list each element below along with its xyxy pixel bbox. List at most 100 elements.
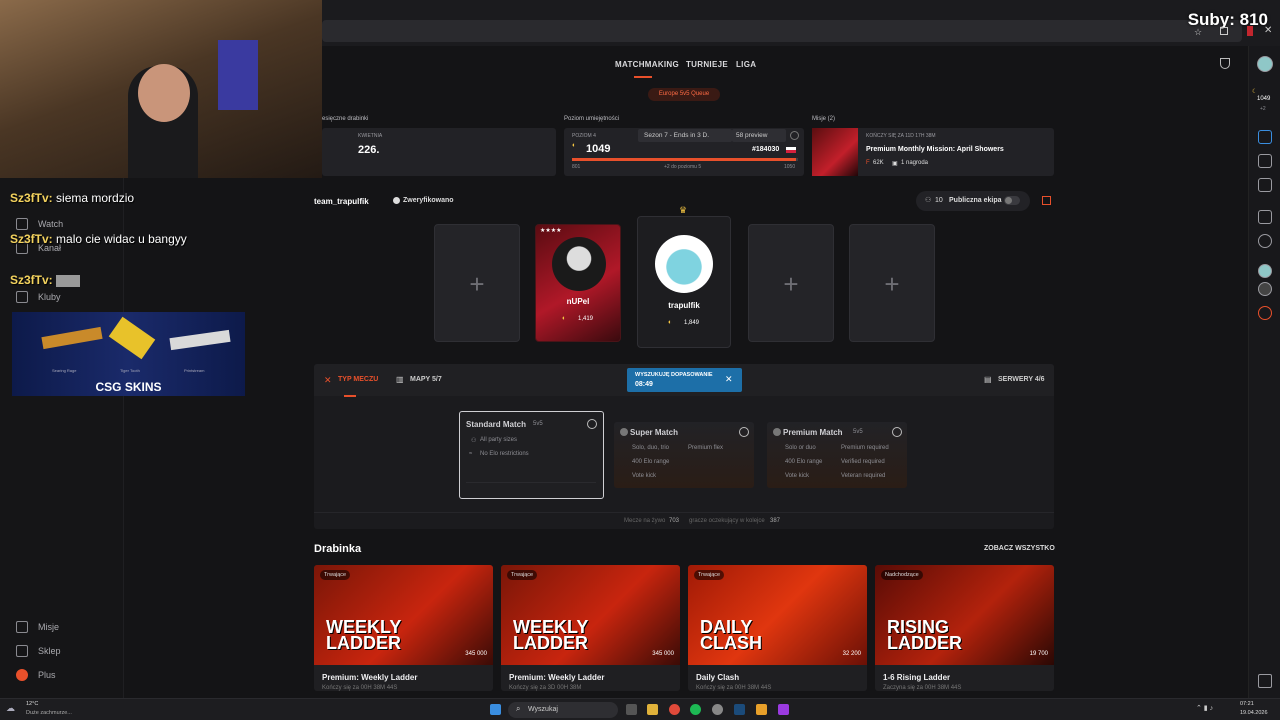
party-slot-player[interactable]: ★★★★ nUPel ◐ 1,419 [535,224,621,342]
sidebar-item-misje[interactable]: Misje [16,621,59,633]
skill-card[interactable]: POZIOM 4 ◐ 1049 Sezon 7 - Ends in 3 D. 5… [564,128,804,176]
nav-league[interactable]: LIGA [736,60,756,69]
star-icon[interactable]: ☆ [1194,27,1202,38]
nav-matchmaking[interactable]: MATCHMAKING [615,60,679,69]
plus-icon [16,669,28,681]
ladder-title: Drabinka [314,543,362,555]
info-icon[interactable] [587,419,597,429]
info-icon[interactable] [892,427,902,437]
chrome-icon[interactable] [669,704,680,715]
versus-icon[interactable] [1258,130,1272,144]
app-icon[interactable] [778,704,789,715]
nav-tournaments[interactable]: TURNIEJE [686,60,728,69]
premium-match-icon [773,428,781,436]
ladder-card[interactable]: Trwające WEEKLY LADDER 345 000 Premium: W… [314,565,493,691]
toggle-switch[interactable] [1004,196,1020,205]
headset-icon[interactable] [1258,306,1272,320]
ladder-banner-text: WEEKLY LADDER [326,617,402,653]
ladders-card[interactable]: KWIETNIA 226. [322,128,556,176]
ladder-time: Kończy się za 00H 38M 44S [322,685,398,691]
party-icon[interactable] [1258,210,1272,224]
friend-avatar-2[interactable] [1258,282,1272,296]
map-icon: ▥ [396,375,404,384]
party-slot-leader[interactable]: trapulfik ◐ 1,849 [637,216,731,348]
see-all-link[interactable]: ZOBACZ WSZYSTKO [984,545,1055,552]
standard-match-option[interactable]: Standard Match 5v5 ⚇ All party sizes ≈ N… [459,411,604,499]
rail-elo: 1049 [1257,96,1271,102]
queue-badge: Europe 5v5 Queue [648,88,720,101]
spotify-icon[interactable] [690,704,701,715]
app-icon[interactable] [712,704,723,715]
crosshair-icon: ✕ [324,375,332,385]
ladder-card[interactable]: Nadchodzące RISING LADDER 19 700 1-6 Risi… [875,565,1054,691]
prize-pool: 32 200 [842,651,861,657]
party-slot-empty[interactable]: + [849,224,935,342]
right-rail: ☾ 1049 +2 [1248,46,1280,698]
status-badge: Trwające [507,570,538,580]
window-icon[interactable] [1220,27,1228,35]
premium-match-option[interactable]: Premium Match 5v5 Solo or duo Premium re… [767,422,907,488]
bag-icon[interactable] [1258,674,1272,688]
leave-party-icon[interactable] [1042,196,1051,205]
close-icon[interactable]: ✕ [1264,25,1272,36]
elo-icon: ◐ [668,319,673,326]
clock-time: 07:21 [1240,701,1254,707]
server-icon: ▤ [984,375,992,384]
super-match-icon [620,428,628,436]
sidebar-item-sklep[interactable]: Sklep [16,645,61,657]
status-badge: Nadchodzące [881,570,923,580]
ladder-banner-text: WEEKLY LADDER [513,617,589,653]
stars-icon: ★★★★ [540,228,562,234]
ladder-banner-text: DAILY CLASH [700,617,762,653]
info-icon[interactable] [790,131,799,140]
searching-banner: WYSZUKUJĘ DOPASOWANIE 08:49 ✕ [627,368,742,392]
bell-icon[interactable] [1258,154,1272,168]
friend-avatar[interactable] [1258,264,1272,278]
ladders-card-label: esięczne drabinki [322,116,369,122]
shield-icon[interactable] [1220,58,1230,69]
user-icon[interactable] [1258,178,1272,192]
missions-card[interactable]: KOŃCZY SIĘ ZA 11D 17H 38M Premium Monthl… [812,128,1054,176]
public-party-toggle[interactable]: ⚇ 10 Publiczna ekipa [916,191,1030,211]
option-extras [466,482,596,492]
avatar[interactable] [1257,56,1273,72]
add-icon[interactable] [1258,234,1272,248]
sidebar-item-plus[interactable]: Plus [16,669,56,681]
ladder-time: Kończy się za 3D 00H 38M [509,685,582,691]
windows-start-icon[interactable] [490,704,501,715]
sidebar-item-watch[interactable]: Watch [16,218,63,230]
super-match-option[interactable]: Super Match Solo, duo, trio Premium flex… [614,422,754,488]
explorer-icon[interactable] [647,704,658,715]
tab-match-type[interactable]: TYP MECZU [338,376,378,383]
party-slot-empty[interactable]: + [434,224,520,342]
extension-icon[interactable] [1247,26,1253,36]
prize-pool: 19 700 [1029,651,1048,657]
sidebar-item-kluby[interactable]: Kluby [16,291,61,303]
add-player-icon: + [469,269,485,299]
taskbar-search[interactable]: ⌕ Wyszukaj [508,702,618,718]
panel-divider [314,512,1054,513]
task-view-icon[interactable] [626,704,637,715]
skin-knife [108,316,156,360]
elo-range-icon: ≈ [469,451,473,457]
ladder-card[interactable]: Trwające DAILY CLASH 32 200 Daily Clash K… [688,565,867,691]
tray-icons[interactable]: ⌃ ▮ ♪ [1196,704,1213,712]
app-root: Watch Kanał Kluby Misje Sklep Plus Suby:… [0,0,1280,720]
tab-servers[interactable]: SERWERY 4/6 [998,376,1045,383]
rail-elo-delta: +2 [1260,106,1266,112]
cancel-search-icon[interactable]: ✕ [725,374,733,385]
clubs-icon [16,291,28,303]
nav-active-indicator [634,76,652,78]
leader-elo: 1,849 [684,320,700,326]
tab-maps[interactable]: MAPY 5/7 [410,376,442,383]
ladder-card[interactable]: Trwające WEEKLY LADDER 345 000 Premium: W… [501,565,680,691]
webcam-overlay [0,0,322,178]
party-slot-empty[interactable]: + [748,224,834,342]
app-icon[interactable] [756,704,767,715]
info-icon[interactable] [739,427,749,437]
skill-rank: #184030 [752,146,780,153]
steam-icon[interactable] [734,704,745,715]
skill-elo: 1049 [586,143,611,155]
address-bar[interactable] [322,20,1242,42]
ladder-name: Premium: Weekly Ladder [509,673,605,682]
